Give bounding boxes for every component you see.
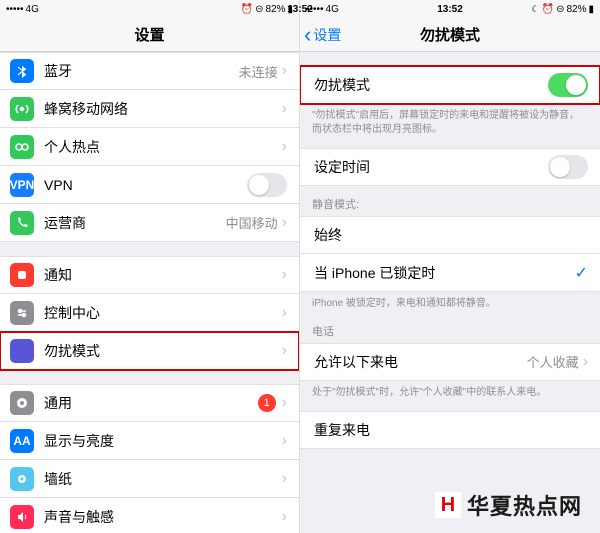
display-icon: AA bbox=[10, 429, 34, 453]
scheduled-toggle[interactable] bbox=[548, 155, 588, 179]
wallpaper-icon bbox=[10, 467, 34, 491]
bluetooth-icon bbox=[10, 59, 34, 83]
chevron-right-icon: › bbox=[282, 266, 287, 284]
status-bar-left: ••••• 4G 13:52 ⏰ ⊝ 82% ▮ bbox=[0, 0, 299, 18]
chevron-right-icon: › bbox=[583, 353, 588, 371]
chevron-right-icon: › bbox=[282, 432, 287, 450]
vpn-icon: VPN bbox=[10, 173, 34, 197]
settings-row-vpn[interactable]: VPN VPN bbox=[0, 166, 299, 204]
dnd-note: "勿扰模式"启用后，屏幕锁定时的来电和提醒将被设为静音，而状态栏中将出现月亮图标… bbox=[300, 104, 600, 138]
chevron-right-icon: › bbox=[282, 62, 287, 80]
settings-row-wallpaper[interactable]: 墙纸 › bbox=[0, 460, 299, 498]
settings-row-general[interactable]: 通用 1 › bbox=[0, 384, 299, 422]
repeated-calls-row[interactable]: 重复来电 bbox=[300, 411, 600, 449]
settings-row-hotspot[interactable]: 个人热点 › bbox=[0, 128, 299, 166]
chevron-right-icon: › bbox=[282, 138, 287, 156]
moon-icon bbox=[10, 339, 34, 363]
control-center-icon bbox=[10, 301, 34, 325]
chevron-right-icon: › bbox=[282, 508, 287, 526]
scheduled-row[interactable]: 设定时间 bbox=[300, 148, 600, 186]
locked-note: iPhone 被锁定时，来电和通知都将静音。 bbox=[300, 292, 600, 313]
settings-row-notifications[interactable]: 通知 › bbox=[0, 256, 299, 294]
page-title: 设置 bbox=[134, 24, 164, 45]
chevron-right-icon: › bbox=[282, 214, 287, 232]
gear-icon bbox=[10, 391, 34, 415]
chevron-right-icon: › bbox=[282, 394, 287, 412]
settings-row-cellular[interactable]: 蜂窝移动网络 › bbox=[0, 90, 299, 128]
vpn-toggle[interactable] bbox=[247, 173, 287, 197]
dnd-toggle-row[interactable]: 勿扰模式 bbox=[300, 66, 600, 104]
nav-bar-right: 设置 勿扰模式 bbox=[300, 18, 600, 52]
phone-header: 电话 bbox=[300, 313, 600, 343]
cellular-icon bbox=[10, 97, 34, 121]
settings-row-sounds[interactable]: 声音与触感 › bbox=[0, 498, 299, 533]
dnd-toggle[interactable] bbox=[548, 73, 588, 97]
allow-calls-row[interactable]: 允许以下来电 个人收藏 › bbox=[300, 343, 600, 381]
chevron-right-icon: › bbox=[282, 304, 287, 322]
settings-row-carrier[interactable]: 运营商 中国移动 › bbox=[0, 204, 299, 242]
allow-note: 处于"勿扰模式"时，允许"个人收藏"中的联系人来电。 bbox=[300, 381, 600, 402]
silence-locked-row[interactable]: 当 iPhone 已锁定时 ✓ bbox=[300, 254, 600, 292]
status-bar-right: ••••• 4G 13:52 ☾ ⏰ ⊝ 82% ▮ bbox=[300, 0, 600, 18]
chevron-right-icon: › bbox=[282, 342, 287, 360]
sounds-icon bbox=[10, 505, 34, 529]
watermark-logo-icon: H bbox=[435, 492, 461, 518]
settings-row-bluetooth[interactable]: 蓝牙 未连接 › bbox=[0, 52, 299, 90]
nav-bar-left: 设置 bbox=[0, 18, 299, 52]
silence-header: 静音模式: bbox=[300, 186, 600, 216]
notifications-icon bbox=[10, 263, 34, 287]
watermark: H 华夏热点网 bbox=[435, 489, 582, 521]
check-icon: ✓ bbox=[575, 263, 588, 283]
settings-row-display[interactable]: AA 显示与亮度 › bbox=[0, 422, 299, 460]
phone-icon bbox=[10, 211, 34, 235]
chevron-right-icon: › bbox=[282, 100, 287, 118]
chevron-right-icon: › bbox=[282, 470, 287, 488]
badge: 1 bbox=[258, 394, 276, 412]
hotspot-icon bbox=[10, 135, 34, 159]
back-button[interactable]: 设置 bbox=[304, 25, 341, 45]
page-title: 勿扰模式 bbox=[420, 24, 480, 45]
settings-row-control-center[interactable]: 控制中心 › bbox=[0, 294, 299, 332]
silence-always-row[interactable]: 始终 bbox=[300, 216, 600, 254]
settings-row-dnd[interactable]: 勿扰模式 › bbox=[0, 332, 299, 370]
